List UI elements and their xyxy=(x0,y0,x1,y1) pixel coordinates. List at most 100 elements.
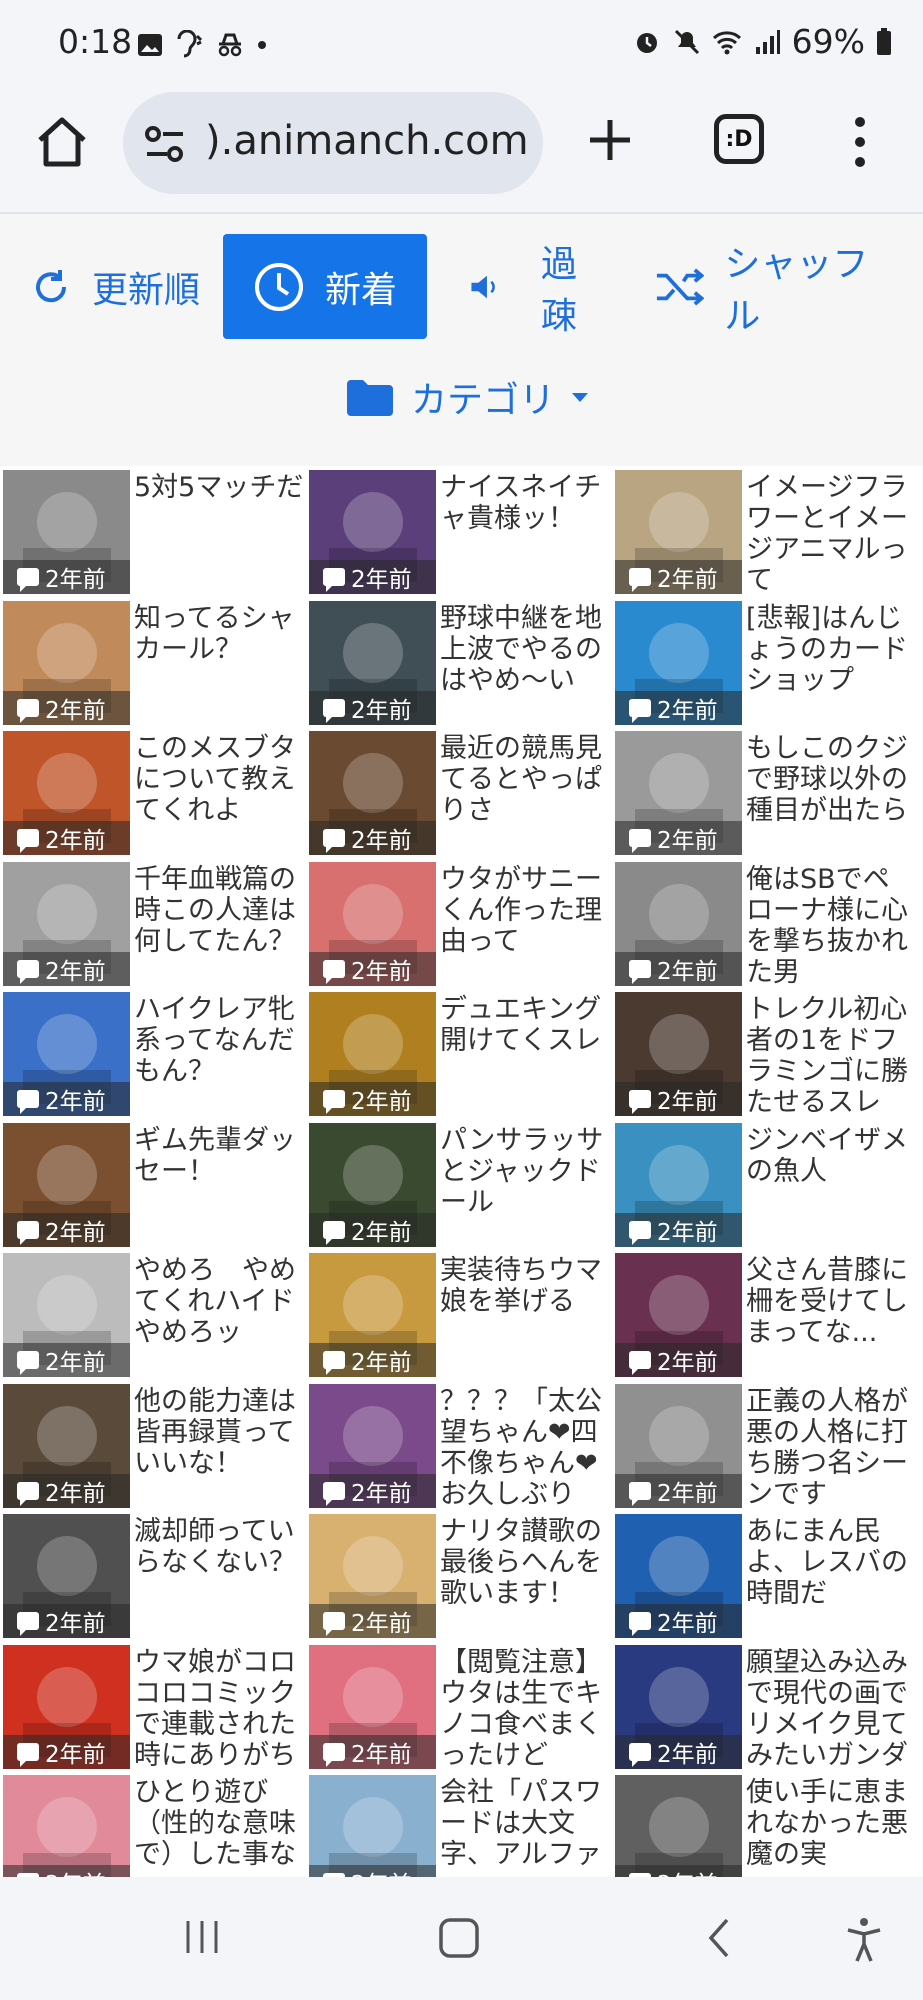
thread-title[interactable]: ひとり遊び（性的な意味で）した事な xyxy=(134,1777,304,1879)
thread-title[interactable]: 俺はSBでペローナ様に心を撃ち抜かれた男 xyxy=(746,864,916,988)
thread-card[interactable]: 2年前 ギム先輩ダッセー！ xyxy=(0,1120,306,1249)
thread-title[interactable]: 使い手に恵まれなかった悪魔の実 xyxy=(746,1777,916,1879)
more-menu-icon[interactable] xyxy=(850,112,870,172)
thread-card[interactable]: 2年前 ジンベイザメの魚人 xyxy=(612,1120,918,1249)
thread-title[interactable]: 知ってるシャカール？ xyxy=(134,603,304,727)
thread-thumbnail[interactable]: 2年前 xyxy=(309,1644,436,1769)
thread-card[interactable]: 2年前 【閲覧注意】ウタは生でキノコ食べまくったけど xyxy=(306,1642,612,1771)
accessibility-icon[interactable] xyxy=(845,1917,883,1963)
back-icon[interactable] xyxy=(705,1917,733,1959)
thread-title[interactable]: デュエキング開けてくスレ xyxy=(440,994,610,1118)
thread-title[interactable]: トレクル初心者の1をドフラミンゴに勝たせるスレ xyxy=(746,994,916,1118)
thread-card[interactable]: 2年前 パンサラッサとジャックドール xyxy=(306,1120,612,1249)
thread-title[interactable]: 5対5マッチだ xyxy=(134,472,304,596)
thread-thumbnail[interactable]: 2年前 xyxy=(3,1122,130,1247)
thread-thumbnail[interactable]: 2年前 xyxy=(615,1514,742,1638)
thread-thumbnail[interactable]: 2年前 xyxy=(3,1644,130,1769)
thread-title[interactable]: ナイスネイチャ貴様ッ！ xyxy=(440,472,610,596)
thread-card[interactable]: 2年前 やめろ やめてくれハイドやめろッ xyxy=(0,1251,306,1379)
thread-title[interactable]: 正義の人格が悪の人格に打ち勝つ名シーンです xyxy=(746,1386,916,1510)
category-dropdown[interactable]: カテゴリ xyxy=(345,362,589,432)
thread-card[interactable]: 2年前 ウタがサニーくん作った理由って xyxy=(306,859,612,988)
thread-card[interactable]: 2年前 最近の競馬見てるとやっぱりさ xyxy=(306,729,612,857)
thread-card[interactable]: 2年前 俺はSBでペローナ様に心を撃ち抜かれた男 xyxy=(612,859,918,988)
thread-thumbnail[interactable]: 2年前 xyxy=(615,861,742,986)
thread-card[interactable]: 2年前 ナイスネイチャ貴様ッ！ xyxy=(306,468,612,596)
thread-thumbnail[interactable]: 2年前 xyxy=(309,1253,436,1377)
thread-title[interactable]: パンサラッサとジャックドール xyxy=(440,1125,610,1249)
url-text[interactable]: ).animanch.com xyxy=(205,118,529,164)
thread-thumbnail[interactable]: 2年前 xyxy=(309,600,436,725)
thread-card[interactable]: 2年前 野球中継を地上波でやるのはやめ〜い xyxy=(306,598,612,727)
thread-title[interactable]: ギム先輩ダッセー！ xyxy=(134,1125,304,1249)
thread-title[interactable]: このメスブタについて教えてくれよ xyxy=(134,733,304,857)
thread-thumbnail[interactable]: 2年前 xyxy=(3,470,130,594)
thread-card[interactable]: 2年前 もしこのクジで野球以外の種目が出たら xyxy=(612,729,918,857)
thread-card[interactable]: 2年前 願望込み込みで現代の画でリメイク見てみたいガンダ xyxy=(612,1642,918,1771)
home-nav-icon[interactable] xyxy=(438,1917,480,1959)
thread-card[interactable]: 2年前 ナリタ讃歌の最後らへんを歌います！ xyxy=(306,1512,612,1640)
thread-thumbnail[interactable]: 2年前 xyxy=(615,992,742,1116)
thread-card[interactable]: 2年前 正義の人格が悪の人格に打ち勝つ名シーンです xyxy=(612,1381,918,1510)
thread-card[interactable]: 2年前 ウマ娘がコロコロコミックで連載された時にありがち xyxy=(0,1642,306,1771)
thread-title[interactable]: イメージフラワーとイメージアニマルって xyxy=(746,472,916,596)
thread-title[interactable]: 最近の競馬見てるとやっぱりさ xyxy=(440,733,610,857)
thread-thumbnail[interactable]: 2年前 xyxy=(615,470,742,594)
thread-title[interactable]: 願望込み込みで現代の画でリメイク見てみたいガンダ xyxy=(746,1647,916,1771)
thread-card[interactable]: 2年前使い手に恵まれなかった悪魔の実 xyxy=(612,1773,918,1879)
thread-title[interactable]: 野球中継を地上波でやるのはやめ〜い xyxy=(440,603,610,727)
thread-thumbnail[interactable]: 2年前 xyxy=(309,861,436,986)
thread-card[interactable]: 2年前 滅却師っていらなくない？ xyxy=(0,1512,306,1640)
thread-card[interactable]: 2年前会社「パスワードは大文字、アルファ xyxy=(306,1773,612,1879)
thread-card[interactable]: 2年前 トレクル初心者の1をドフラミンゴに勝たせるスレ xyxy=(612,990,918,1118)
thread-thumbnail[interactable]: 2年前 xyxy=(615,731,742,855)
thread-thumbnail[interactable]: 2年前 xyxy=(3,1514,130,1638)
thread-title[interactable]: やめろ やめてくれハイドやめろッ xyxy=(134,1255,304,1379)
thread-thumbnail[interactable]: 2年前 xyxy=(309,470,436,594)
thread-thumbnail[interactable]: 2年前 xyxy=(309,1122,436,1247)
thread-card[interactable]: 2年前 千年血戦篇の時この人達は何してたん？ xyxy=(0,859,306,988)
address-bar[interactable]: ).animanch.com xyxy=(123,92,543,194)
thread-thumbnail[interactable]: 2年前 xyxy=(309,1775,436,1879)
thread-title[interactable]: 会社「パスワードは大文字、アルファ xyxy=(440,1777,610,1879)
thread-title[interactable]: [悲報]はんじょうのカードショップ xyxy=(746,603,916,727)
thread-title[interactable]: 千年血戦篇の時この人達は何してたん？ xyxy=(134,864,304,988)
tab-sort-new[interactable]: 新着 xyxy=(223,234,427,339)
new-tab-icon[interactable] xyxy=(582,112,638,168)
thread-card[interactable]: 2年前 [悲報]はんじょうのカードショップ xyxy=(612,598,918,727)
home-icon[interactable] xyxy=(34,114,90,170)
thread-thumbnail[interactable]: 2年前 xyxy=(309,1514,436,1638)
thread-thumbnail[interactable]: 2年前 xyxy=(309,1383,436,1508)
thread-card[interactable]: 2年前 5対5マッチだ xyxy=(0,468,306,596)
thread-thumbnail[interactable]: 2年前 xyxy=(3,1383,130,1508)
thread-title[interactable]: あにまん民よ、レスバの時間だ xyxy=(746,1516,916,1640)
thread-thumbnail[interactable]: 2年前 xyxy=(309,731,436,855)
thread-card[interactable]: 2年前 ハイクレア牝系ってなんだもん？ xyxy=(0,990,306,1118)
thread-card[interactable]: 2年前 デュエキング開けてくスレ xyxy=(306,990,612,1118)
thread-title[interactable]: 父さん昔膝に柵を受けてしまってな... xyxy=(746,1255,916,1379)
thread-title[interactable]: ？？？「太公望ちゃん❤四不像ちゃん❤お久しぶり xyxy=(440,1386,610,1510)
thread-thumbnail[interactable]: 2年前 xyxy=(615,1644,742,1769)
thread-card[interactable]: 2年前 このメスブタについて教えてくれよ xyxy=(0,729,306,857)
thread-card[interactable]: 2年前 イメージフラワーとイメージアニマルって xyxy=(612,468,918,596)
thread-card[interactable]: 2年前 実装待ちウマ娘を挙げる xyxy=(306,1251,612,1379)
thread-card[interactable]: 2年前 ？？？「太公望ちゃん❤四不像ちゃん❤お久しぶり xyxy=(306,1381,612,1510)
thread-title[interactable]: ウタがサニーくん作った理由って xyxy=(440,864,610,988)
thread-title[interactable]: もしこのクジで野球以外の種目が出たら xyxy=(746,733,916,857)
tab-sort-updated[interactable]: 更新順 xyxy=(30,234,205,339)
tab-sort-quiet[interactable]: 過疎 xyxy=(468,234,603,339)
thread-thumbnail[interactable]: 2年前 xyxy=(3,1253,130,1377)
thread-card[interactable]: 2年前 知ってるシャカール？ xyxy=(0,598,306,727)
thread-thumbnail[interactable]: 2年前 xyxy=(615,600,742,725)
thread-title[interactable]: ナリタ讃歌の最後らへんを歌います！ xyxy=(440,1516,610,1640)
recent-apps-icon[interactable] xyxy=(182,1917,222,1957)
thread-thumbnail[interactable]: 2年前 xyxy=(615,1122,742,1247)
thread-title[interactable]: ウマ娘がコロコロコミックで連載された時にありがち xyxy=(134,1647,304,1771)
thread-card[interactable]: 2年前 父さん昔膝に柵を受けてしまってな... xyxy=(612,1251,918,1379)
thread-thumbnail[interactable]: 2年前 xyxy=(3,600,130,725)
thread-title[interactable]: ジンベイザメの魚人 xyxy=(746,1125,916,1249)
thread-thumbnail[interactable]: 2年前 xyxy=(309,992,436,1116)
thread-title[interactable]: 他の能力達は皆再録貰っていいな！ xyxy=(134,1386,304,1510)
thread-card[interactable]: 2年前 他の能力達は皆再録貰っていいな！ xyxy=(0,1381,306,1510)
thread-thumbnail[interactable]: 2年前 xyxy=(3,861,130,986)
